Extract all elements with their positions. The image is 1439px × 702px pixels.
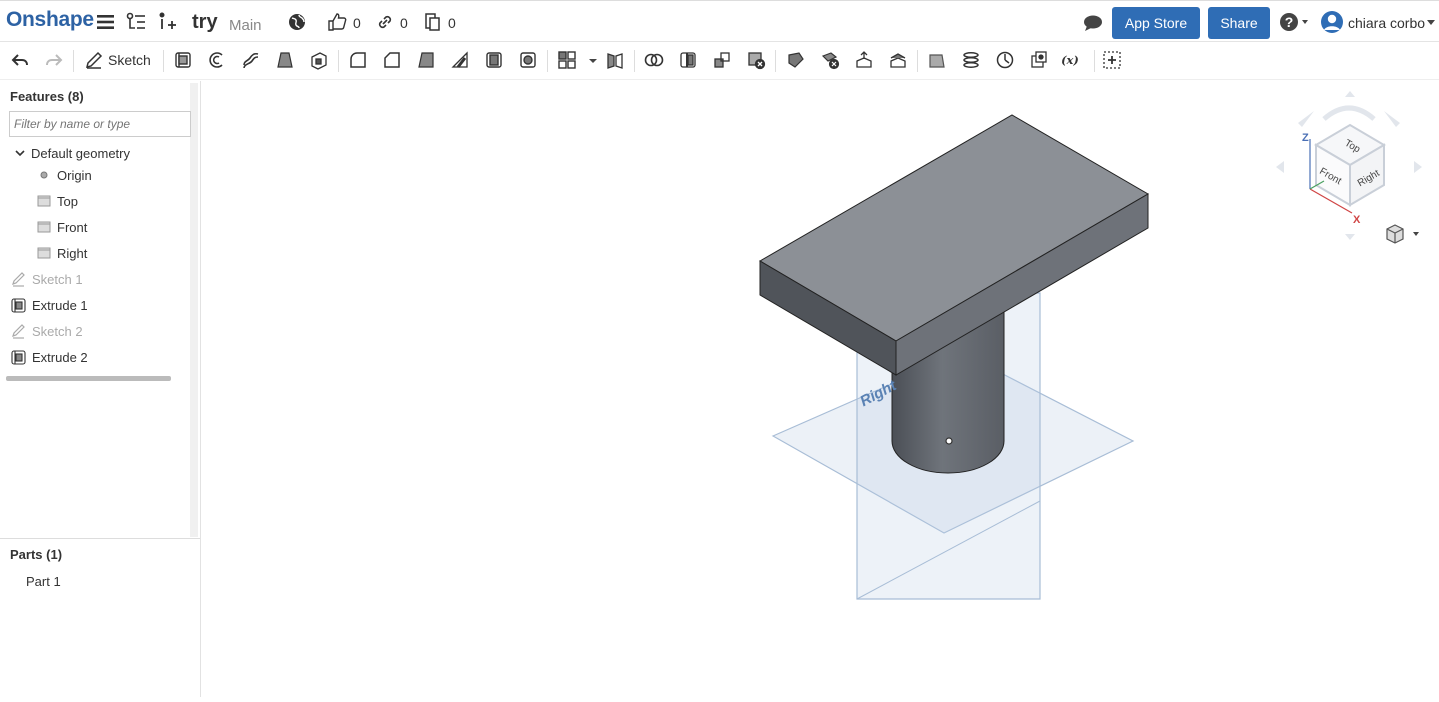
tree-item-label: Default geometry (31, 145, 130, 161)
part-label: Part 1 (26, 573, 61, 589)
svg-text:(x): (x) (1061, 53, 1079, 67)
hole-icon[interactable] (518, 50, 538, 70)
onshape-logo[interactable]: Onshape (6, 8, 94, 32)
extrude-icon (11, 349, 26, 365)
feature-filter-input[interactable] (9, 111, 191, 137)
comments-icon[interactable] (1082, 12, 1104, 34)
feature-list-h-scrollbar[interactable] (6, 376, 171, 381)
avatar[interactable] (1320, 10, 1344, 34)
document-title[interactable]: try (192, 11, 218, 34)
tree-item-sketch-1[interactable]: Sketch 1 (11, 268, 83, 290)
modify-fillet-icon[interactable] (786, 50, 806, 70)
delete-part-icon[interactable] (746, 50, 766, 70)
tree-item-top[interactable]: Top (37, 190, 78, 212)
split-icon[interactable] (678, 50, 698, 70)
chevron-down-icon[interactable] (583, 50, 597, 70)
user-name[interactable]: chiara corbo (1348, 15, 1425, 31)
sketch-icon (11, 323, 26, 339)
insert-icon[interactable] (156, 11, 178, 33)
chevron-down-icon[interactable] (14, 145, 26, 161)
move-face-icon[interactable] (854, 50, 874, 70)
boolean-icon[interactable] (644, 50, 664, 70)
like-icon[interactable] (326, 11, 348, 33)
share-button[interactable]: Share (1208, 7, 1270, 39)
tree-item-right[interactable]: Right (37, 242, 87, 264)
mirror-icon[interactable] (605, 50, 625, 70)
pattern-icon[interactable] (557, 50, 577, 70)
copy-icon[interactable] (422, 11, 444, 33)
chevron-down-icon[interactable] (1426, 13, 1436, 35)
extrude-icon[interactable] (173, 50, 193, 70)
tree-item-label: Top (57, 193, 78, 209)
menu-icon[interactable] (95, 11, 117, 33)
measure-icon[interactable] (995, 50, 1015, 70)
panel-divider[interactable] (0, 538, 200, 539)
thicken-icon[interactable] (309, 50, 329, 70)
revolve-icon[interactable] (207, 50, 227, 70)
axis-z-label: Z (1302, 132, 1309, 144)
plane-icon (37, 193, 51, 209)
rib-icon[interactable] (450, 50, 470, 70)
add-custom-feature-icon[interactable] (1102, 50, 1122, 70)
chamfer-icon[interactable] (382, 50, 402, 70)
svg-text:?: ? (1285, 14, 1294, 30)
tree-item-label: Extrude 2 (32, 349, 88, 365)
toolbar: Sketch (x) (0, 42, 1439, 80)
sketch-icon (11, 271, 26, 287)
fillet-icon[interactable] (348, 50, 368, 70)
tree-item-sketch-2[interactable]: Sketch 2 (11, 320, 83, 342)
tree-item-label: Sketch 2 (32, 323, 83, 339)
tree-item-label: Front (57, 219, 88, 235)
transform-icon[interactable] (712, 50, 732, 70)
sweep-icon[interactable] (241, 50, 261, 70)
helix-icon[interactable] (961, 50, 981, 70)
redo-icon[interactable] (44, 50, 64, 70)
model-canvas[interactable]: Right (202, 81, 1439, 697)
help-icon[interactable]: ? (1279, 11, 1308, 33)
app-store-button[interactable]: App Store (1112, 7, 1200, 39)
feature-list-scrollbar[interactable] (190, 83, 198, 537)
plane-icon (37, 245, 51, 261)
loft-icon[interactable] (275, 50, 295, 70)
tree-item-front[interactable]: Front (37, 216, 87, 238)
features-heading: Features (8) (10, 89, 84, 104)
sketch-button[interactable]: Sketch (108, 52, 151, 68)
tree-item-origin[interactable]: Origin (37, 164, 92, 186)
copies-count: 0 (448, 15, 456, 31)
origin-icon (37, 167, 51, 183)
chevron-down-icon (1413, 232, 1419, 236)
shell-icon[interactable] (484, 50, 504, 70)
plane-tool-icon[interactable] (927, 50, 947, 70)
extrude-icon (11, 297, 26, 313)
link-icon[interactable] (374, 11, 396, 33)
origin-point (945, 437, 953, 445)
tree-item-default-geometry[interactable]: Default geometry (14, 142, 130, 164)
variable-icon[interactable]: (x) (1060, 50, 1086, 70)
part-list-item[interactable]: Part 1 (26, 570, 61, 592)
delete-face-icon[interactable] (820, 50, 840, 70)
view-options-button[interactable] (1385, 223, 1425, 245)
sketch-pencil-icon[interactable] (84, 50, 104, 70)
replace-face-icon[interactable] (888, 50, 908, 70)
globe-icon[interactable] (286, 11, 308, 33)
top-bar: Onshape try Main 0 0 0 App Store Share ?… (0, 0, 1439, 42)
mate-connector-icon[interactable] (1029, 50, 1049, 70)
draft-icon[interactable] (416, 50, 436, 70)
axis-x-label: X (1353, 214, 1361, 226)
tree-item-label: Right (57, 245, 88, 261)
likes-count: 0 (353, 15, 361, 31)
tree-item-label: Sketch 1 (32, 271, 83, 287)
plane-icon (37, 219, 51, 235)
tree-item-label: Origin (57, 167, 92, 183)
graphics-viewport[interactable]: Right Top Front Right Z X (202, 81, 1439, 697)
links-count: 0 (400, 15, 408, 31)
undo-icon[interactable] (10, 50, 30, 70)
tree-item-extrude-2[interactable]: Extrude 2 (11, 346, 88, 368)
parts-heading: Parts (1) (10, 547, 63, 562)
document-branch[interactable]: Main (229, 17, 262, 34)
feature-list-icon[interactable] (125, 11, 147, 33)
tree-item-label: Extrude 1 (32, 297, 88, 313)
tree-item-extrude-1[interactable]: Extrude 1 (11, 294, 88, 316)
feature-panel: Features (8) Default geometry Origin Top… (0, 81, 201, 697)
